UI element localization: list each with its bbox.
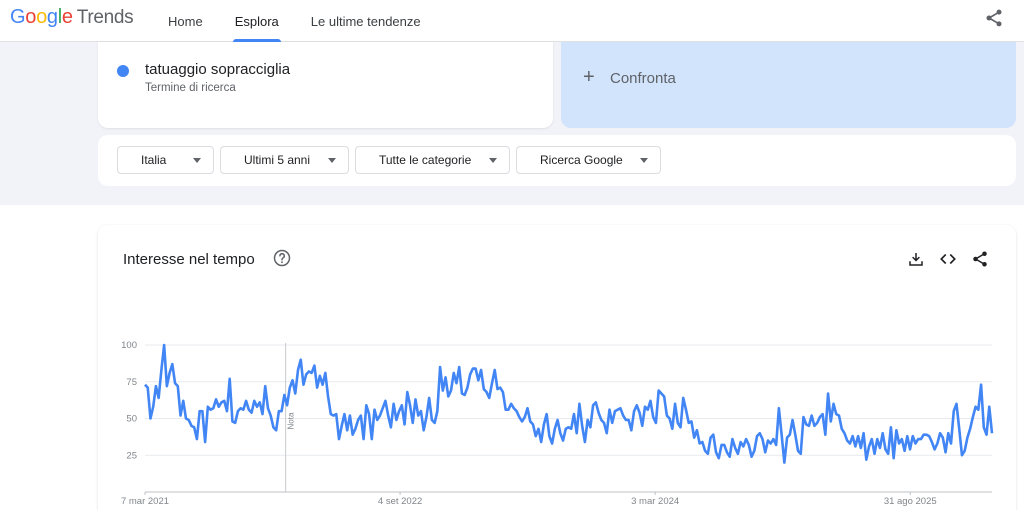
filter-category[interactable]: Tutte le categorie [355,146,510,174]
y-tick-label: 75 [126,377,137,388]
main-nav: Home Esplora Le ultime tendenze [152,0,437,42]
share-icon[interactable] [984,8,1004,28]
logo-letter: o [36,6,47,28]
google-wordmark: Google [10,6,73,29]
filter-bar: Italia Ultimi 5 anni Tutte le categorie … [98,135,1016,186]
y-tick-label: 100 [121,340,137,351]
top-app-bar: Google Trends Home Esplora Le ultime ten… [0,0,1024,42]
nav-explore[interactable]: Esplora [219,0,295,42]
x-tick-label: 7 mar 2021 [121,496,169,507]
compare-label: Confronta [610,70,676,87]
plus-icon: + [583,66,595,88]
interest-line-chart[interactable]: 25 50 75 100 Nota 7 mar 2021 4 set 2022 3 mar 2… [98,225,1016,510]
interest-over-time-card: Interesse nel tempo 25 50 75 100 Nota 7 mar 2… [98,225,1016,510]
trends-wordmark: Trends [76,7,134,28]
term-color-dot [117,65,129,77]
filter-category-label: Tutte le categorie [379,153,472,167]
annotation-label: Nota [287,412,296,429]
nav-trending-label: Le ultime tendenze [310,13,421,29]
filter-region[interactable]: Italia [117,146,214,174]
y-tick-label: 25 [126,450,137,461]
search-term-card[interactable]: tatuaggio sopracciglia Termine di ricerc… [98,42,553,128]
x-tick-label: 31 ago 2025 [884,496,937,507]
nav-trending[interactable]: Le ultime tendenze [295,0,437,42]
chevron-down-icon [640,157,648,163]
chevron-down-icon [328,157,336,163]
compare-button[interactable]: + Confronta [561,42,1016,128]
nav-home-label: Home [168,13,203,29]
search-term-name[interactable]: tatuaggio sopracciglia [145,61,290,78]
series-line [144,343,994,464]
y-tick-label: 50 [126,414,137,425]
filter-search-type[interactable]: Ricerca Google [516,146,661,174]
filter-time-range-label: Ultimi 5 anni [244,153,311,167]
logo-letter: G [10,6,26,28]
filter-region-label: Italia [141,153,167,167]
chevron-down-icon [193,157,201,163]
x-tick-label: 3 mar 2024 [631,496,679,507]
chevron-down-icon [489,157,497,163]
nav-explore-label: Esplora [234,13,279,29]
x-tick-label: 4 set 2022 [378,496,422,507]
logo-letter: o [25,6,37,28]
google-trends-logo[interactable]: Google Trends [10,6,134,30]
logo-letter: g [46,6,58,28]
logo-letter: e [61,6,73,28]
search-term-type: Termine di ricerca [145,82,236,94]
nav-home[interactable]: Home [152,0,219,42]
filter-time-range[interactable]: Ultimi 5 anni [220,146,349,174]
filter-search-type-label: Ricerca Google [540,153,623,167]
